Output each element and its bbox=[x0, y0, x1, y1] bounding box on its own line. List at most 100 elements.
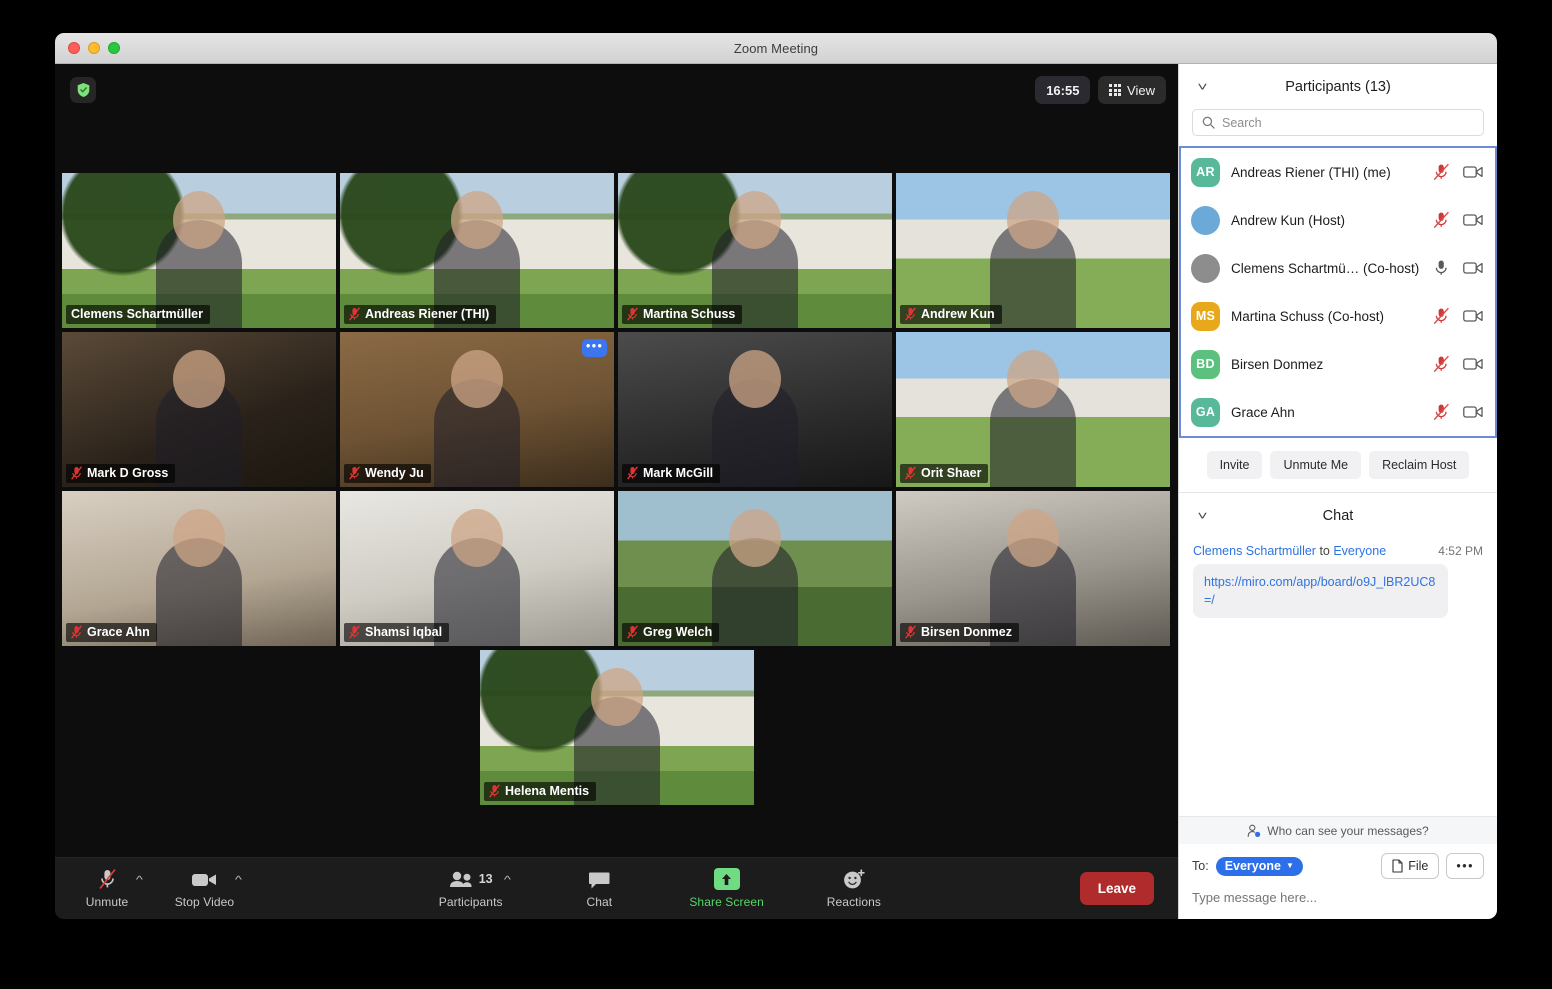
stop-video-button[interactable]: Stop Video bbox=[175, 868, 235, 909]
topbar-right-controls: 16:55 View bbox=[1035, 76, 1166, 104]
video-tile[interactable]: ••• Wendy Ju bbox=[340, 332, 614, 487]
participant-status-icons bbox=[1433, 355, 1483, 373]
chat-to-label: To: bbox=[1192, 859, 1209, 873]
participant-name-label: Orit Shaer bbox=[921, 466, 982, 480]
participant-name-badge: Birsen Donmez bbox=[900, 623, 1019, 642]
microphone-muted-icon bbox=[71, 466, 82, 480]
video-control-group: Stop Video ^ bbox=[175, 868, 242, 909]
unmute-me-button[interactable]: Unmute Me bbox=[1270, 451, 1362, 479]
video-tile[interactable]: Shamsi Iqbal bbox=[340, 491, 614, 646]
camera-icon bbox=[191, 868, 218, 890]
participants-collapse-chevron-down-icon[interactable]: ˅ bbox=[1197, 80, 1207, 94]
stop-video-button-label: Stop Video bbox=[174, 895, 235, 909]
chat-recipient-label: Everyone bbox=[1224, 858, 1281, 873]
chat-message-header: Clemens Schartmüller to Everyone 4:52 PM bbox=[1193, 544, 1483, 558]
participants-button[interactable]: 13 Participants bbox=[439, 868, 503, 909]
smiley-plus-icon bbox=[842, 868, 866, 890]
video-grid-row: Clemens Schartmüller Andreas Riener (THI… bbox=[62, 173, 1172, 328]
search-box[interactable] bbox=[1192, 109, 1484, 136]
video-tile[interactable]: Grace Ahn bbox=[62, 491, 336, 646]
video-tile[interactable]: Greg Welch bbox=[618, 491, 892, 646]
view-button[interactable]: View bbox=[1098, 76, 1166, 104]
who-can-see-bar[interactable]: Who can see your messages? bbox=[1179, 816, 1497, 844]
mute-control-group: Unmute ^ bbox=[79, 868, 143, 909]
participant-row[interactable]: Clemens Schartmü… (Co-host) bbox=[1179, 244, 1497, 292]
video-tile[interactable]: Orit Shaer bbox=[896, 332, 1170, 487]
people-icon bbox=[449, 871, 475, 888]
microphone-muted-icon[interactable] bbox=[1433, 211, 1450, 229]
video-tile[interactable]: Martina Schuss bbox=[618, 173, 892, 328]
camera-icon[interactable] bbox=[1463, 165, 1483, 179]
participant-row[interactable]: AR Andreas Riener (THI) (me) bbox=[1179, 148, 1497, 196]
avatar-photo bbox=[1191, 205, 1220, 235]
chat-more-options-button[interactable]: ••• bbox=[1446, 853, 1484, 879]
video-grid-row: Grace Ahn Shamsi Iqbal Greg Welch Birsen… bbox=[62, 491, 1172, 646]
microphone-muted-icon[interactable] bbox=[1433, 163, 1450, 181]
chat-message-link[interactable]: https://miro.com/app/board/o9J_lBR2UC8=/ bbox=[1193, 564, 1448, 619]
reactions-button[interactable]: Reactions bbox=[826, 868, 882, 909]
chat-file-button[interactable]: File bbox=[1381, 853, 1440, 879]
participant-name-label: Mark McGill bbox=[643, 466, 714, 480]
camera-icon[interactable] bbox=[1463, 261, 1483, 275]
chat-recipient-name: Everyone bbox=[1333, 544, 1387, 558]
participant-name: Andreas Riener (THI) (me) bbox=[1231, 164, 1391, 180]
participant-row[interactable]: Andrew Kun (Host) bbox=[1179, 196, 1497, 244]
video-tile[interactable]: Andreas Riener (THI) bbox=[340, 173, 614, 328]
chat-to-word: to bbox=[1315, 544, 1334, 558]
unmute-button[interactable]: Unmute bbox=[79, 868, 135, 909]
chat-collapse-chevron-down-icon[interactable]: ˅ bbox=[1197, 509, 1207, 523]
video-tile[interactable]: Andrew Kun bbox=[896, 173, 1170, 328]
participant-name-badge: Martina Schuss bbox=[622, 305, 743, 324]
chat-button[interactable]: Chat bbox=[571, 868, 627, 909]
video-tile[interactable]: Mark D Gross bbox=[62, 332, 336, 487]
view-button-label: View bbox=[1127, 82, 1155, 98]
participants-options-chevron-icon[interactable]: ^ bbox=[503, 875, 510, 886]
speech-bubble-icon bbox=[588, 868, 611, 890]
camera-icon[interactable] bbox=[1463, 357, 1483, 371]
avatar-photo bbox=[1191, 253, 1220, 283]
participant-row[interactable]: MS Martina Schuss (Co-host) bbox=[1179, 292, 1497, 340]
invite-button[interactable]: Invite bbox=[1206, 451, 1263, 479]
microphone-muted-icon[interactable] bbox=[1433, 403, 1450, 421]
video-tile[interactable]: Clemens Schartmüller bbox=[62, 173, 336, 328]
chat-compose-area: To: Everyone ▼ File ••• Type message her… bbox=[1179, 844, 1497, 919]
participant-status-icons bbox=[1433, 163, 1483, 181]
chat-sender-name: Clemens Schartmüller bbox=[1193, 544, 1316, 558]
share-screen-button[interactable]: Share Screen bbox=[689, 868, 764, 909]
avatar-initials: BD bbox=[1191, 349, 1220, 379]
participant-row[interactable]: BD Birsen Donmez bbox=[1179, 340, 1497, 388]
video-options-chevron-icon[interactable]: ^ bbox=[235, 875, 242, 886]
chat-recipient-dropdown[interactable]: Everyone ▼ bbox=[1215, 856, 1303, 876]
search-icon bbox=[1202, 116, 1215, 129]
leave-button[interactable]: Leave bbox=[1079, 872, 1154, 905]
up-arrow-icon bbox=[713, 868, 740, 890]
video-tile[interactable]: Helena Mentis bbox=[480, 650, 754, 805]
participant-row[interactable]: GA Grace Ahn bbox=[1179, 388, 1497, 436]
microphone-muted-icon bbox=[489, 784, 500, 798]
tile-more-options-icon[interactable]: ••• bbox=[582, 339, 607, 357]
chat-compose-toolbar: To: Everyone ▼ File ••• bbox=[1192, 853, 1484, 879]
meeting-toolbar: Unmute ^ Stop Video ^ 13 Participants ^ … bbox=[55, 857, 1178, 919]
video-stage: 16:55 View Clemens Schartmüller Andreas … bbox=[55, 64, 1178, 919]
camera-icon[interactable] bbox=[1463, 213, 1483, 227]
microphone-muted-icon bbox=[905, 307, 916, 321]
shield-check-icon[interactable] bbox=[70, 77, 96, 103]
microphone-muted-icon[interactable] bbox=[1433, 307, 1450, 325]
camera-icon[interactable] bbox=[1463, 309, 1483, 323]
participant-name-badge: Grace Ahn bbox=[66, 623, 157, 642]
chat-file-button-label: File bbox=[1408, 859, 1429, 873]
microphone-icon[interactable] bbox=[1433, 259, 1450, 277]
chat-section: ˅ Chat Clemens Schartmüller to Everyone 4… bbox=[1179, 493, 1497, 919]
chat-message-input[interactable] bbox=[1192, 890, 1484, 905]
microphone-muted-icon bbox=[905, 466, 916, 480]
avatar-initials: GA bbox=[1191, 397, 1220, 427]
reclaim-host-button[interactable]: Reclaim Host bbox=[1369, 451, 1470, 479]
search-input[interactable] bbox=[1222, 115, 1474, 130]
participant-status-icons bbox=[1433, 403, 1483, 421]
video-tile[interactable]: Mark McGill bbox=[618, 332, 892, 487]
video-tile[interactable]: Birsen Donmez bbox=[896, 491, 1170, 646]
camera-icon[interactable] bbox=[1463, 405, 1483, 419]
microphone-muted-icon[interactable] bbox=[1433, 355, 1450, 373]
video-gallery-grid: Clemens Schartmüller Andreas Riener (THI… bbox=[62, 173, 1172, 809]
audio-options-chevron-icon[interactable]: ^ bbox=[136, 875, 143, 886]
